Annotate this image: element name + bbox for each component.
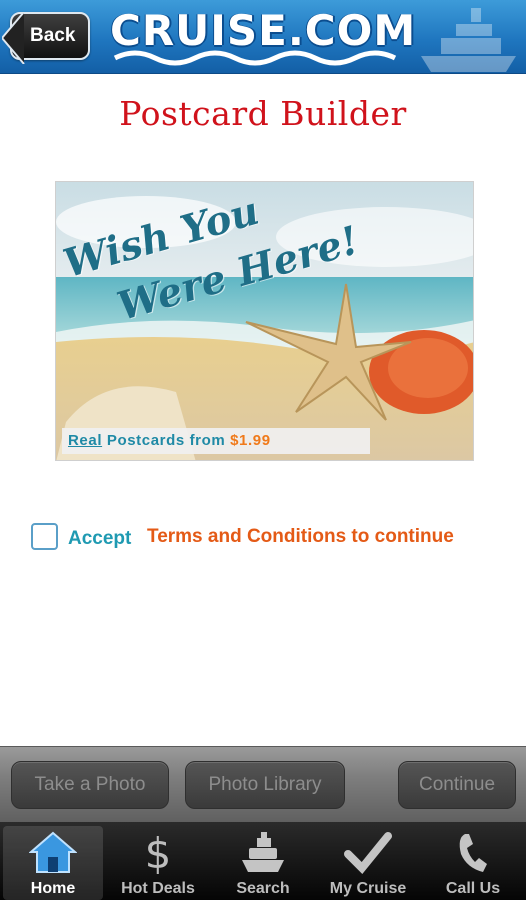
tab-home[interactable]: Home — [3, 826, 103, 900]
app-header: Back CRUISE.COM — [0, 0, 526, 74]
back-button-label: Back — [30, 25, 76, 46]
promo-banner: Real Postcards from $1.99 — [62, 428, 370, 454]
terms-link[interactable]: Terms and Conditions to continue — [147, 526, 454, 548]
checkmark-icon — [344, 832, 392, 874]
promo-real: Real — [68, 432, 103, 449]
page-title: Postcard Builder — [119, 94, 407, 133]
tab-hot-deals[interactable]: $ Hot Deals — [108, 826, 208, 900]
wave-icon — [113, 50, 397, 66]
home-icon — [29, 831, 77, 873]
svg-text:$: $ — [145, 830, 172, 874]
cruise-logo: CRUISE.COM — [110, 6, 415, 68]
tab-search[interactable]: Search — [213, 826, 313, 900]
tab-home-label: Home — [30, 880, 76, 897]
continue-button[interactable]: Continue — [398, 761, 516, 809]
accept-terms-checkbox[interactable] — [31, 523, 58, 550]
photo-library-button[interactable]: Photo Library — [185, 761, 345, 809]
back-arrow-icon — [2, 12, 25, 64]
tab-call-us-label: Call Us — [445, 880, 501, 897]
ship-icon — [242, 832, 284, 872]
action-bar: Take a Photo Photo Library Continue — [0, 746, 526, 822]
promo-price: $1.99 — [230, 432, 271, 449]
phone-icon — [459, 834, 487, 872]
postcard-preview[interactable]: Wish You Were Here! Real Postcards from … — [55, 181, 474, 461]
tab-call-us[interactable]: Call Us — [423, 826, 523, 900]
promo-text: Postcards from — [106, 432, 226, 449]
tab-my-cruise-label: My Cruise — [329, 880, 407, 897]
tab-search-label: Search — [236, 880, 290, 897]
tab-hot-deals-label: Hot Deals — [121, 880, 195, 897]
ship-watermark-icon — [421, 8, 516, 72]
dollar-icon: $ — [145, 830, 172, 874]
accept-label: Accept — [68, 528, 132, 549]
back-button[interactable]: Back — [2, 12, 90, 64]
tab-my-cruise[interactable]: My Cruise — [318, 826, 418, 900]
take-photo-button[interactable]: Take a Photo — [11, 761, 169, 809]
tab-bar: Home $ Hot Deals Search My Cruise Call U… — [0, 822, 526, 900]
